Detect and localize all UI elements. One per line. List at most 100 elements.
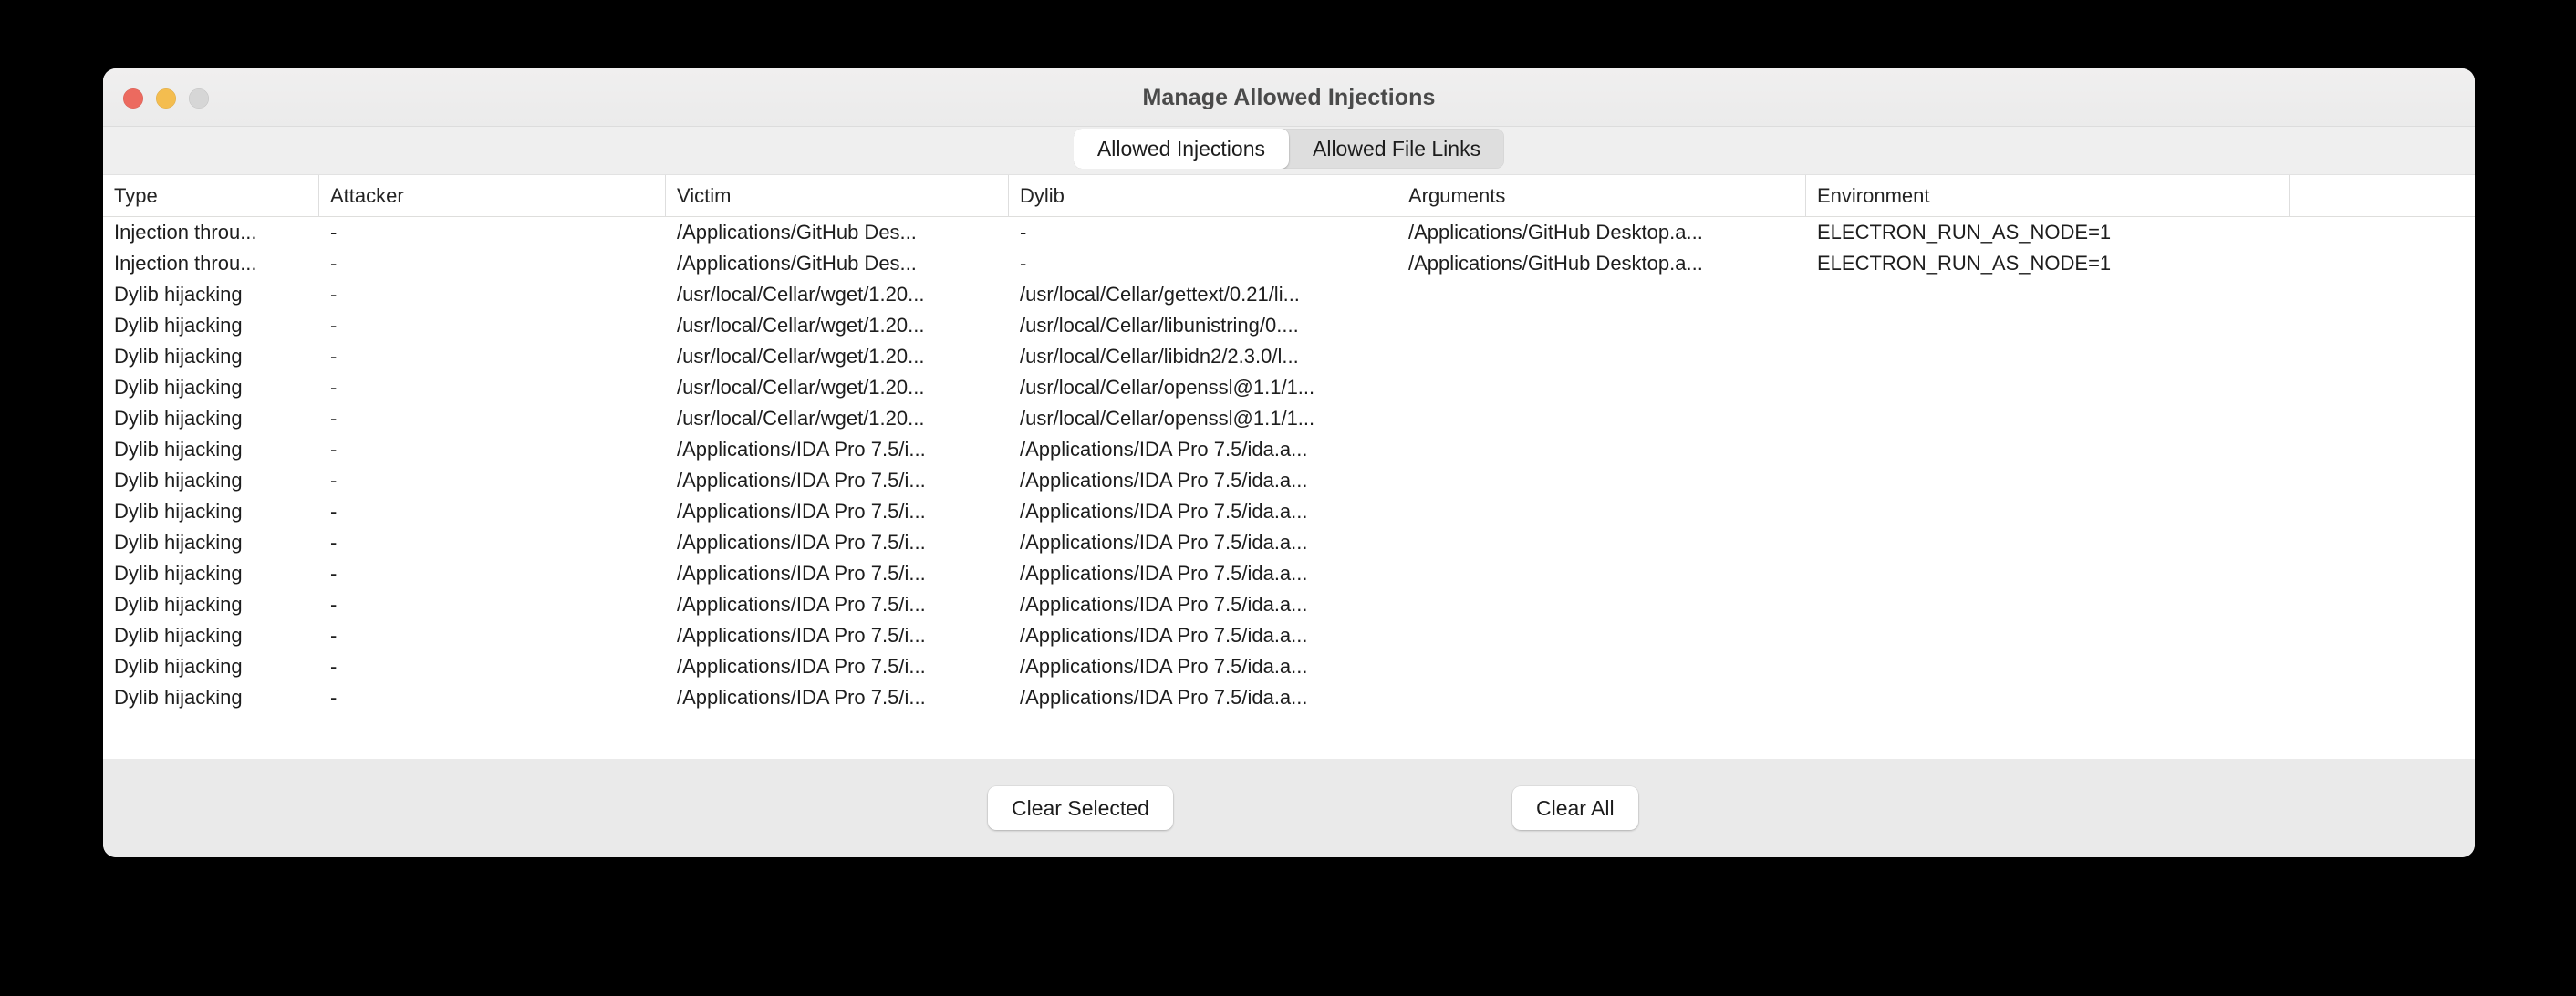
table-row[interactable]: Injection throu... - /Applications/GitHub …: [103, 248, 2475, 279]
table-header-row: Type Attacker Victim Dylib Arguments Environm…: [103, 175, 2475, 217]
cell-victim: /usr/local/Cellar/wget/1.20...: [677, 283, 925, 306]
cell-arguments: [1397, 620, 1806, 651]
cell-environment: [1806, 589, 2290, 620]
table-row[interactable]: Dylib hijacking - /Applications/IDA Pro 7.…: [103, 620, 2475, 651]
cell-victim: /Applications/IDA Pro 7.5/i...: [677, 469, 926, 492]
cell-spacer: [2290, 589, 2463, 620]
cell-attacker: -: [330, 593, 338, 616]
cell-environment: ELECTRON_RUN_AS_NODE=1: [1817, 221, 2112, 244]
cell-victim: /Applications/GitHub Des...: [677, 252, 917, 275]
cell-arguments: [1397, 558, 1806, 589]
cell-dylib: /Applications/IDA Pro 7.5/ida.a...: [1020, 593, 1308, 616]
column-header-spacer[interactable]: [2290, 175, 2463, 217]
cell-attacker: -: [330, 407, 338, 430]
table-row[interactable]: Dylib hijacking - /Applications/IDA Pro 7.…: [103, 682, 2475, 710]
cell-type: Dylib hijacking: [114, 407, 243, 430]
cell-spacer: [2290, 434, 2463, 465]
cell-environment: [1806, 434, 2290, 465]
table-row[interactable]: Dylib hijacking - /Applications/IDA Pro 7.…: [103, 558, 2475, 589]
cell-arguments: [1397, 465, 1806, 496]
cell-environment: [1806, 310, 2290, 341]
cell-arguments: [1397, 403, 1806, 434]
screen-background: Manage Allowed Injections Allowed Inject…: [0, 0, 2576, 996]
cell-victim: /Applications/IDA Pro 7.5/i...: [677, 655, 926, 678]
cell-dylib: /usr/local/Cellar/openssl@1.1/1...: [1020, 376, 1315, 399]
cell-type: Dylib hijacking: [114, 376, 243, 399]
cell-environment: [1806, 651, 2290, 682]
cell-type: Dylib hijacking: [114, 438, 243, 461]
cell-dylib: /usr/local/Cellar/gettext/0.21/li...: [1020, 283, 1300, 306]
table-row[interactable]: Dylib hijacking - /usr/local/Cellar/wget/1…: [103, 279, 2475, 310]
cell-type: Dylib hijacking: [114, 593, 243, 616]
cell-attacker: -: [330, 655, 338, 678]
column-header-attacker[interactable]: Attacker: [319, 175, 666, 217]
cell-environment: [1806, 527, 2290, 558]
cell-attacker: -: [330, 252, 338, 275]
cell-environment: [1806, 372, 2290, 403]
cell-arguments: [1397, 496, 1806, 527]
table-row[interactable]: Dylib hijacking - /usr/local/Cellar/wget/1…: [103, 403, 2475, 434]
cell-attacker: -: [330, 562, 338, 585]
table-row[interactable]: Dylib hijacking - /Applications/IDA Pro 7.…: [103, 651, 2475, 682]
table-row[interactable]: Injection throu... - /Applications/GitHub …: [103, 217, 2475, 248]
cell-environment: [1806, 465, 2290, 496]
cell-environment: [1806, 682, 2290, 710]
cell-type: Dylib hijacking: [114, 686, 243, 709]
clear-selected-button[interactable]: Clear Selected: [988, 786, 1173, 830]
cell-victim: /Applications/IDA Pro 7.5/i...: [677, 438, 926, 461]
cell-environment: [1806, 279, 2290, 310]
cell-type: Dylib hijacking: [114, 314, 243, 337]
cell-dylib: /usr/local/Cellar/libidn2/2.3.0/l...: [1020, 345, 1299, 368]
cell-arguments: [1397, 372, 1806, 403]
column-header-victim[interactable]: Victim: [666, 175, 1009, 217]
cell-victim: /Applications/IDA Pro 7.5/i...: [677, 593, 926, 616]
cell-environment: [1806, 620, 2290, 651]
cell-dylib: /Applications/IDA Pro 7.5/ida.a...: [1020, 531, 1308, 554]
cell-spacer: [2290, 527, 2463, 558]
cell-type: Dylib hijacking: [114, 345, 243, 368]
cell-arguments: [1397, 527, 1806, 558]
tab-allowed-file-links[interactable]: Allowed File Links: [1289, 129, 1504, 169]
cell-spacer: [2290, 558, 2463, 589]
cell-victim: /Applications/IDA Pro 7.5/i...: [677, 531, 926, 554]
cell-victim: /usr/local/Cellar/wget/1.20...: [677, 376, 925, 399]
cell-arguments: /Applications/GitHub Desktop.a...: [1408, 221, 1703, 244]
cell-arguments: [1397, 682, 1806, 710]
cell-dylib: /Applications/IDA Pro 7.5/ida.a...: [1020, 655, 1308, 678]
cell-dylib: /Applications/IDA Pro 7.5/ida.a...: [1020, 686, 1308, 709]
table-body[interactable]: Injection throu... - /Applications/GitHub …: [103, 217, 2475, 710]
cell-arguments: /Applications/GitHub Desktop.a...: [1408, 252, 1703, 275]
cell-dylib: /Applications/IDA Pro 7.5/ida.a...: [1020, 500, 1308, 523]
column-header-arguments[interactable]: Arguments: [1397, 175, 1806, 217]
cell-type: Dylib hijacking: [114, 283, 243, 306]
cell-dylib: /usr/local/Cellar/libunistring/0....: [1020, 314, 1299, 337]
cell-attacker: -: [330, 283, 338, 306]
table-row[interactable]: Dylib hijacking - /Applications/IDA Pro 7.…: [103, 527, 2475, 558]
cell-spacer: [2290, 248, 2463, 279]
table-row[interactable]: Dylib hijacking - /Applications/IDA Pro 7.…: [103, 465, 2475, 496]
cell-spacer: [2290, 217, 2463, 248]
cell-dylib: -: [1020, 221, 1027, 244]
table-row[interactable]: Dylib hijacking - /usr/local/Cellar/wget/1…: [103, 310, 2475, 341]
cell-spacer: [2290, 403, 2463, 434]
manage-allowed-injections-window: Manage Allowed Injections Allowed Inject…: [103, 68, 2475, 857]
cell-victim: /Applications/IDA Pro 7.5/i...: [677, 562, 926, 585]
tab-allowed-injections[interactable]: Allowed Injections: [1073, 129, 1289, 169]
cell-dylib: /Applications/IDA Pro 7.5/ida.a...: [1020, 624, 1308, 647]
cell-type: Injection throu...: [114, 252, 257, 275]
cell-type: Dylib hijacking: [114, 531, 243, 554]
cell-dylib: /Applications/IDA Pro 7.5/ida.a...: [1020, 562, 1308, 585]
cell-type: Dylib hijacking: [114, 562, 243, 585]
table-row[interactable]: Dylib hijacking - /Applications/IDA Pro 7.…: [103, 496, 2475, 527]
column-header-type[interactable]: Type: [103, 175, 319, 217]
table-row[interactable]: Dylib hijacking - /Applications/IDA Pro 7.…: [103, 589, 2475, 620]
column-header-dylib[interactable]: Dylib: [1009, 175, 1397, 217]
cell-spacer: [2290, 496, 2463, 527]
table-row[interactable]: Dylib hijacking - /usr/local/Cellar/wget/1…: [103, 341, 2475, 372]
table-row[interactable]: Dylib hijacking - /Applications/IDA Pro 7.…: [103, 434, 2475, 465]
clear-all-button[interactable]: Clear All: [1512, 786, 1638, 830]
table-row[interactable]: Dylib hijacking - /usr/local/Cellar/wget/1…: [103, 372, 2475, 403]
cell-environment: [1806, 558, 2290, 589]
column-header-environment[interactable]: Environment: [1806, 175, 2290, 217]
cell-spacer: [2290, 465, 2463, 496]
